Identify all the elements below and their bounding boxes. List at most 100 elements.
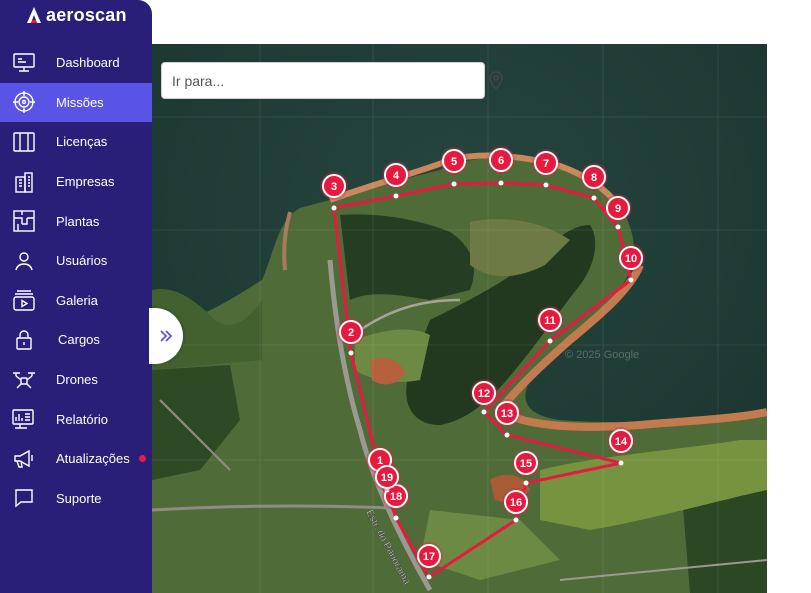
waypoint-marker-5[interactable]: 5	[440, 147, 468, 175]
waypoint-anchor	[504, 432, 510, 438]
map-watermark: © 2025 Google	[565, 349, 639, 361]
app-logo[interactable]: aeroscan	[26, 4, 127, 26]
search-input[interactable]	[161, 62, 485, 99]
waypoint-label: 10	[625, 253, 637, 265]
waypoint-label: 14	[615, 436, 628, 448]
waypoint-label: 6	[498, 155, 504, 167]
sidebar-item-atualizacoes[interactable]: Atualizações	[0, 439, 152, 479]
building-icon	[12, 170, 36, 194]
waypoint-marker-3[interactable]: 3	[320, 172, 348, 200]
waypoint-marker-6[interactable]: 6	[487, 146, 515, 174]
waypoint-label: 15	[520, 458, 532, 470]
map-canvas[interactable]: Estr. do Panorama © 2025 Google 12345 6 78…	[152, 44, 767, 593]
sidebar-item-drones[interactable]: Drones	[0, 360, 152, 400]
sidebar-item-label: Empresas	[56, 174, 115, 190]
waypoint-anchor	[498, 180, 504, 186]
sidebar-item-label: Suporte	[56, 490, 102, 506]
waypoint-marker-8[interactable]: 8	[580, 163, 608, 191]
waypoint-marker-4[interactable]: 4	[382, 161, 410, 189]
double-chevron-right-icon	[160, 330, 173, 342]
sidebar-item-missoes[interactable]: Missões	[0, 82, 152, 123]
megaphone-icon	[12, 447, 36, 471]
waypoint-label: 4	[393, 170, 400, 182]
report-icon	[12, 407, 36, 431]
blueprint-icon	[12, 209, 36, 233]
sidebar-item-label: Licenças	[56, 134, 108, 150]
waypoint-marker-17[interactable]: 17	[415, 542, 443, 570]
waypoint-marker-16[interactable]: 16	[502, 488, 530, 516]
waypoint-anchor	[615, 224, 621, 230]
waypoint-label: 2	[348, 327, 354, 339]
columns-icon	[12, 130, 36, 154]
lock-icon	[12, 328, 36, 352]
waypoint-anchor	[393, 515, 399, 521]
waypoint-anchor	[451, 181, 457, 187]
waypoint-anchor	[393, 193, 399, 199]
waypoint-label: 19	[381, 472, 393, 484]
waypoint-marker-9[interactable]: 9	[604, 194, 632, 222]
sidebar-nav: Dashboard Missões Licenças Empresas Plan…	[0, 43, 152, 518]
sidebar-item-label: Cargos	[58, 332, 100, 348]
waypoint-anchor	[331, 205, 337, 211]
waypoint-label: 5	[451, 156, 457, 168]
sidebar-item-plantas[interactable]: Plantas	[0, 201, 152, 241]
waypoint-marker-15[interactable]: 15	[512, 449, 540, 477]
waypoint-anchor	[543, 182, 549, 188]
waypoint-anchor	[591, 195, 597, 201]
sidebar-item-suporte[interactable]: Suporte	[0, 479, 152, 519]
waypoint-anchor	[426, 574, 432, 580]
waypoint-label: 8	[591, 172, 597, 184]
waypoint-label: 16	[510, 497, 522, 509]
chat-icon	[12, 486, 36, 510]
monitor-icon	[12, 51, 36, 75]
waypoint-label: 7	[543, 158, 549, 170]
waypoint-label: 11	[544, 315, 556, 327]
sidebar-item-empresas[interactable]: Empresas	[0, 162, 152, 202]
waypoint-marker-12[interactable]: 12	[470, 379, 498, 407]
waypoint-anchor	[547, 338, 553, 344]
waypoint-marker-14[interactable]: 14	[607, 427, 635, 455]
waypoint-label: 13	[501, 408, 513, 420]
user-icon	[12, 249, 36, 273]
waypoint-anchor	[523, 480, 529, 486]
sidebar-item-label: Plantas	[56, 213, 100, 229]
waypoint-marker-2[interactable]: 2	[337, 318, 365, 346]
sidebar-item-dashboard[interactable]: Dashboard	[0, 43, 152, 83]
sidebar-item-usuarios[interactable]: Usuários	[0, 241, 152, 281]
sidebar-item-licencas[interactable]: Licenças	[0, 122, 152, 162]
waypoint-marker-11[interactable]: 11	[536, 306, 564, 334]
waypoint-marker-19[interactable]: 19	[373, 463, 401, 491]
waypoint-anchor	[348, 350, 354, 356]
waypoint-anchor	[628, 277, 634, 283]
satellite-map[interactable]: Estr. do Panorama © 2025 Google 12345678…	[152, 44, 767, 593]
notification-badge	[139, 455, 146, 463]
sidebar-item-cargos[interactable]: Cargos	[0, 320, 152, 360]
sidebar-item-galeria[interactable]: Galeria	[0, 281, 152, 321]
waypoint-label: 18	[390, 491, 402, 503]
sidebar-item-label: Atualizações	[56, 451, 130, 467]
sidebar-item-label: Usuários	[56, 253, 108, 269]
waypoint-label: 17	[423, 551, 435, 563]
location-pin-icon[interactable]	[486, 69, 506, 91]
drone-icon	[12, 368, 36, 392]
sidebar-item-relatorio[interactable]: Relatório	[0, 399, 152, 439]
sidebar-item-label: Missões	[56, 94, 104, 110]
waypoint-anchor	[618, 460, 624, 466]
gallery-icon	[12, 288, 36, 312]
sidebar-item-label: Galeria	[56, 292, 98, 308]
logo-icon	[27, 7, 41, 23]
waypoint-label: 9	[615, 203, 621, 215]
waypoint-anchor	[513, 517, 519, 523]
waypoint-marker-7[interactable]: 7	[532, 149, 560, 177]
sidebar-item-label: Relatório	[56, 411, 109, 427]
app-name: aeroscan	[46, 4, 127, 25]
sidebar-item-label: Dashboard	[56, 55, 120, 71]
waypoint-marker-13[interactable]: 13	[493, 399, 521, 427]
waypoint-label: 3	[331, 181, 337, 193]
sidebar-item-label: Drones	[56, 372, 98, 388]
waypoint-anchor	[481, 409, 487, 415]
sidebar: aeroscan Dashboard Missões Licenças Empr…	[0, 0, 152, 593]
waypoint-marker-10[interactable]: 10	[617, 244, 645, 272]
target-icon	[12, 90, 36, 114]
waypoint-label: 12	[478, 388, 490, 400]
